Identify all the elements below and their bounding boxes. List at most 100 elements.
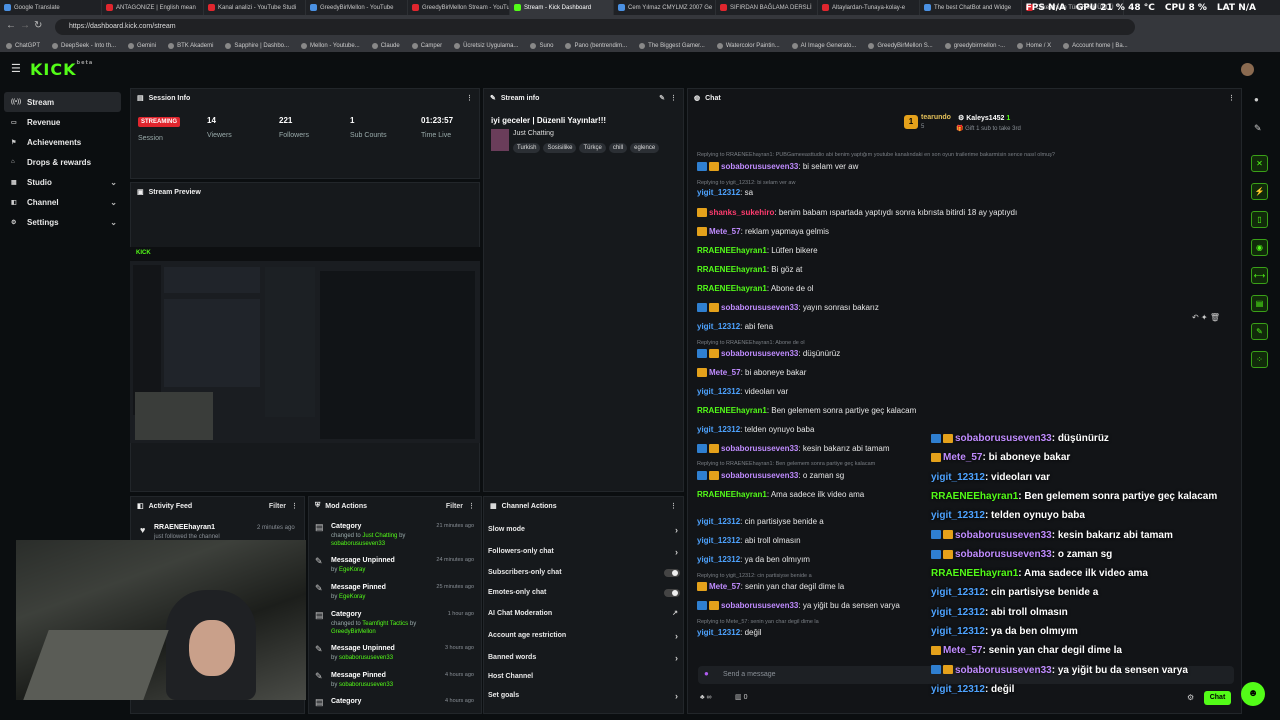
browser-tab[interactable]: Stream - Kick Dashboard — [510, 0, 614, 15]
moderator-name[interactable]: sobaborususeven33 — [331, 541, 385, 547]
stream-tag[interactable]: Sosisilike — [543, 143, 577, 153]
chat-username[interactable]: RRAENEEhayran1 — [697, 490, 767, 499]
stream-preview-video[interactable]: KICK — [130, 247, 480, 443]
bookmark-item[interactable]: Watercolor Paintin... — [716, 42, 780, 49]
channel-action-subscribers-only-chat[interactable]: Subscribers-only chat — [488, 569, 680, 577]
help-icon[interactable]: ● — [1254, 95, 1259, 104]
chat-message[interactable]: sobaborususeven33: bi selam ver aw — [697, 162, 858, 172]
chat-message[interactable]: yigit_12312: telden oynuyo baba — [697, 425, 814, 434]
chat-widget-icon[interactable]: ◉ — [1251, 239, 1268, 256]
send-chat-button[interactable]: Chat — [1204, 691, 1231, 705]
edit-icon[interactable]: ✎ — [659, 94, 665, 102]
chat-message[interactable]: yigit_12312: ya da ben olmıyım — [697, 555, 810, 564]
bookmark-item[interactable]: Suno — [530, 42, 553, 49]
url-input[interactable]: https://dashboard.kick.com/stream — [55, 19, 1135, 35]
chat-username[interactable]: sobaborususeven33 — [721, 162, 798, 171]
chat-message[interactable]: yigit_12312: abi troll olmasın — [697, 536, 801, 545]
chat-message[interactable]: sobaborususeven33: ya yiğit bu da sensen… — [697, 601, 900, 611]
back-icon[interactable]: ← — [6, 20, 16, 31]
gifter-2[interactable]: ⚙ Kaleys1452 1 — [958, 114, 1010, 122]
browser-tab[interactable]: Kanal analizi - YouTube Studi — [204, 0, 306, 15]
channel-action-account-age-restriction[interactable]: Account age restriction › — [488, 631, 680, 641]
channel-action-emotes-only-chat[interactable]: Emotes-only chat — [488, 589, 680, 597]
emote-icon[interactable]: ● — [704, 669, 709, 678]
chat-username[interactable]: RRAENEEhayran1 — [697, 246, 767, 255]
support-chat-button[interactable]: ☻ — [1241, 682, 1265, 706]
chat-message[interactable]: sobaborususeven33: yayın sonrası bakarız — [697, 303, 879, 313]
chat-username[interactable]: yigit_12312 — [697, 387, 740, 396]
chat-username[interactable]: sobaborususeven33 — [721, 349, 798, 358]
browser-tab[interactable]: ANTAGONIZE | English mean — [102, 0, 204, 15]
chat-username[interactable]: yigit_12312 — [697, 628, 740, 637]
chat-username[interactable]: sobaborususeven33 — [721, 601, 798, 610]
chat-message[interactable]: shanks_sukehiro: benim babam ıspartada y… — [697, 208, 1017, 218]
edit-layout-icon[interactable]: ✎ — [1254, 123, 1262, 134]
chat-username[interactable]: sobaborususeven33 — [721, 471, 798, 480]
bookmark-item[interactable]: Sapphire | Dashbo... — [225, 42, 289, 49]
chat-message[interactable]: sobaborususeven33: düşünürüz — [697, 349, 840, 359]
settings-icon[interactable]: ⚙ — [1187, 693, 1194, 702]
more-icon[interactable]: ⋮ — [670, 94, 677, 102]
sidebar-item-achievements[interactable]: ⚑ Achievements — [0, 132, 125, 152]
bookmark-item[interactable]: Ücretsiz Uygulama... — [454, 42, 518, 49]
gift-note[interactable]: 🎁 Gift 1 sub to take 3rd — [956, 125, 1021, 132]
toggle-switch[interactable] — [664, 589, 680, 597]
bookmark-item[interactable]: ChatGPT — [6, 42, 40, 49]
chat-message[interactable]: yigit_12312: abi fena — [697, 322, 773, 331]
viewers-icon[interactable]: ♣ ∞ — [700, 694, 712, 701]
browser-tab[interactable]: GreedyBirMellon Stream - YouTube — [408, 0, 510, 15]
kick-logo[interactable]: KICKbeta — [30, 60, 93, 79]
bookmark-item[interactable]: GreedyBirMellon S... — [868, 42, 933, 49]
channel-action-set-goals[interactable]: Set goals › — [488, 691, 680, 701]
bookmark-item[interactable]: DeepSeek - Into th... — [52, 42, 116, 49]
lightning-icon[interactable]: ⚡ — [1251, 183, 1268, 200]
bookmark-item[interactable]: Mellon - Youtube... — [301, 42, 360, 49]
category-link[interactable]: Teamfight Tactics — [362, 621, 408, 627]
link-icon[interactable]: ⟷ — [1251, 267, 1268, 284]
more-icon[interactable]: ⋮ — [670, 502, 677, 510]
bookmark-item[interactable]: Pano (bentrendim... — [565, 42, 627, 49]
chat-message[interactable]: yigit_12312: videoları var — [697, 387, 788, 396]
chat-message[interactable]: sobaborususeven33: kesin bakarız abi tam… — [697, 444, 890, 454]
browser-tab[interactable]: The best ChatBot and Widge — [920, 0, 1022, 15]
bookmark-item[interactable]: Gemini — [128, 42, 156, 49]
stream-tag[interactable]: eglence — [630, 143, 660, 153]
filter-button[interactable]: Filter — [269, 503, 286, 510]
chat-username[interactable]: yigit_12312 — [697, 425, 740, 434]
browser-tab[interactable]: GreedyBirMellon - YouTube — [306, 0, 408, 15]
chat-username[interactable]: sobaborususeven33 — [721, 444, 798, 453]
more-icon[interactable]: ⋮ — [466, 94, 473, 102]
chat-message[interactable]: Mete_57: senin yan char degil dime la — [697, 582, 844, 592]
bookmark-item[interactable]: BTK Akademi — [168, 42, 213, 49]
chat-message[interactable]: Mete_57: reklam yapmaya gelmis — [697, 227, 829, 237]
chat-message[interactable]: RRAENEEhayran1: Bi göz at — [697, 265, 802, 274]
activity-user[interactable]: RRAENEEhayran1 — [154, 524, 215, 531]
bookmark-item[interactable]: greedybirmellon -... — [944, 42, 1005, 49]
moderator-name[interactable]: sobaborususeven33 — [339, 682, 393, 688]
bookmark-item[interactable]: Account home | Ba... — [1063, 42, 1128, 49]
moderator-name[interactable]: sobaborususeven33 — [339, 655, 393, 661]
bookmark-item[interactable]: Claude — [371, 42, 400, 49]
more-icon[interactable]: ⋮ — [1228, 94, 1235, 102]
chat-message[interactable]: RRAENEEhayran1: Abone de ol — [697, 284, 814, 293]
chat-username[interactable]: RRAENEEhayran1 — [697, 265, 767, 274]
forward-icon[interactable]: → — [20, 20, 30, 31]
top-gifter-name[interactable]: tearundo — [921, 114, 951, 121]
chat-username[interactable]: RRAENEEhayran1 — [697, 406, 767, 415]
channel-action-ai-chat-moderation[interactable]: AI Chat Moderation ↗ — [488, 610, 680, 617]
bookmark-item[interactable]: AI Image Generato... — [791, 42, 856, 49]
chat-message[interactable]: yigit_12312: sa — [697, 188, 753, 197]
browser-tab[interactable]: Cem Yılmaz CMYLMZ 2007 Ge — [614, 0, 716, 15]
filter-button[interactable]: Filter — [446, 503, 463, 510]
chat-username[interactable]: Mete_57 — [709, 582, 741, 591]
chat-username[interactable]: yigit_12312 — [697, 517, 740, 526]
sidebar-item-stream[interactable]: ((•)) Stream — [4, 92, 121, 112]
bookmark-item[interactable]: The Biggest Gamer... — [639, 42, 705, 49]
chat-message[interactable]: RRAENEEhayran1: Lütfen bikere — [697, 246, 818, 255]
moderator-name[interactable]: GreedyBirMellon — [331, 629, 376, 635]
sidebar-item-channel[interactable]: ◧ Channel ⌄ — [0, 192, 125, 212]
chat-message[interactable]: RRAENEEhayran1: Ama sadece ilk video ama — [697, 490, 864, 499]
stream-tag[interactable]: Türkçe — [579, 143, 606, 153]
add-widget-icon[interactable]: ⁘ — [1251, 351, 1268, 368]
moderator-name[interactable]: EgeKoray — [339, 594, 365, 600]
